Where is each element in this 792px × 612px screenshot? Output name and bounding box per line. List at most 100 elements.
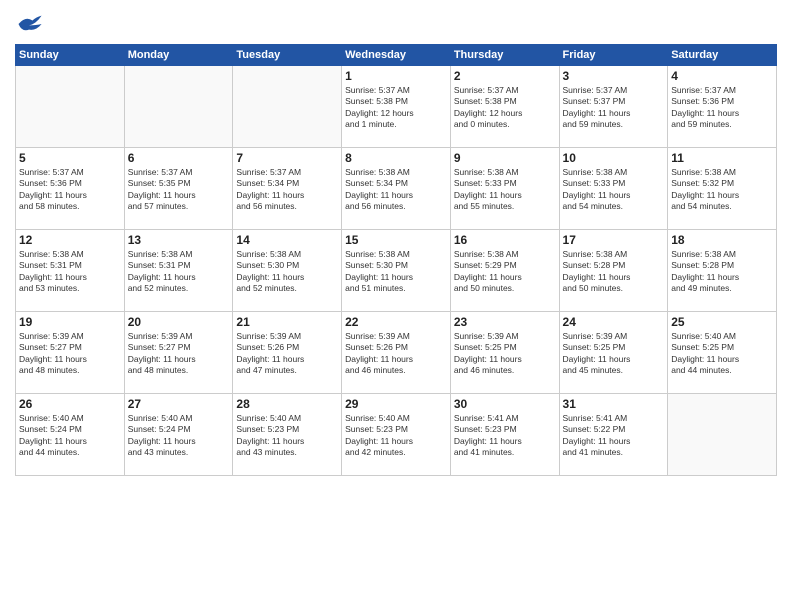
calendar-cell: 31 Sunrise: 5:41 AM Sunset: 5:22 PM Dayli… xyxy=(559,394,668,476)
day-number: 28 xyxy=(236,397,338,411)
weekday-header-monday: Monday xyxy=(124,45,233,66)
calendar-cell: 9 Sunrise: 5:38 AM Sunset: 5:33 PM Daylig… xyxy=(450,148,559,230)
weekday-header-sunday: Sunday xyxy=(16,45,125,66)
calendar-cell: 14 Sunrise: 5:38 AM Sunset: 5:30 PM Dayli… xyxy=(233,230,342,312)
day-info: Sunrise: 5:39 AM Sunset: 5:25 PM Dayligh… xyxy=(563,331,665,377)
calendar-cell: 5Sunrise: 5:37 AM Sunset: 5:36 PM Daylig… xyxy=(16,148,125,230)
day-info: Sunrise: 5:38 AM Sunset: 5:34 PM Dayligh… xyxy=(345,167,447,213)
calendar-cell xyxy=(124,66,233,148)
day-number: 8 xyxy=(345,151,447,165)
calendar-cell: 1Sunrise: 5:37 AM Sunset: 5:38 PM Daylig… xyxy=(342,66,451,148)
day-number: 24 xyxy=(563,315,665,329)
day-info: Sunrise: 5:38 AM Sunset: 5:33 PM Dayligh… xyxy=(454,167,556,213)
weekday-header-tuesday: Tuesday xyxy=(233,45,342,66)
day-info: Sunrise: 5:37 AM Sunset: 5:36 PM Dayligh… xyxy=(19,167,121,213)
weekday-header-saturday: Saturday xyxy=(668,45,777,66)
calendar-cell: 29 Sunrise: 5:40 AM Sunset: 5:23 PM Dayli… xyxy=(342,394,451,476)
header xyxy=(15,10,777,38)
day-number: 14 xyxy=(236,233,338,247)
calendar-cell: 19 Sunrise: 5:39 AM Sunset: 5:27 PM Dayli… xyxy=(16,312,125,394)
day-info: Sunrise: 5:38 AM Sunset: 5:33 PM Dayligh… xyxy=(563,167,665,213)
weekday-header-row: SundayMondayTuesdayWednesdayThursdayFrid… xyxy=(16,45,777,66)
calendar-cell: 26 Sunrise: 5:40 AM Sunset: 5:24 PM Dayli… xyxy=(16,394,125,476)
day-info: Sunrise: 5:40 AM Sunset: 5:24 PM Dayligh… xyxy=(128,413,230,459)
calendar-cell: 10 Sunrise: 5:38 AM Sunset: 5:33 PM Dayli… xyxy=(559,148,668,230)
day-number: 25 xyxy=(671,315,773,329)
day-info: Sunrise: 5:37 AM Sunset: 5:38 PM Dayligh… xyxy=(454,85,556,131)
day-info: Sunrise: 5:40 AM Sunset: 5:25 PM Dayligh… xyxy=(671,331,773,377)
calendar-cell xyxy=(233,66,342,148)
day-number: 9 xyxy=(454,151,556,165)
calendar-cell: 23Sunrise: 5:39 AM Sunset: 5:25 PM Dayli… xyxy=(450,312,559,394)
day-info: Sunrise: 5:38 AM Sunset: 5:32 PM Dayligh… xyxy=(671,167,773,213)
calendar-cell: 27Sunrise: 5:40 AM Sunset: 5:24 PM Dayli… xyxy=(124,394,233,476)
day-info: Sunrise: 5:39 AM Sunset: 5:26 PM Dayligh… xyxy=(345,331,447,377)
day-number: 19 xyxy=(19,315,121,329)
calendar-cell: 3Sunrise: 5:37 AM Sunset: 5:37 PM Daylig… xyxy=(559,66,668,148)
calendar-cell: 22Sunrise: 5:39 AM Sunset: 5:26 PM Dayli… xyxy=(342,312,451,394)
calendar-cell: 2 Sunrise: 5:37 AM Sunset: 5:38 PM Daylig… xyxy=(450,66,559,148)
calendar-cell: 12 Sunrise: 5:38 AM Sunset: 5:31 PM Dayli… xyxy=(16,230,125,312)
day-number: 15 xyxy=(345,233,447,247)
logo-icon xyxy=(15,10,43,38)
day-number: 12 xyxy=(19,233,121,247)
calendar-cell: 18 Sunrise: 5:38 AM Sunset: 5:28 PM Dayli… xyxy=(668,230,777,312)
day-number: 30 xyxy=(454,397,556,411)
day-number: 11 xyxy=(671,151,773,165)
day-number: 26 xyxy=(19,397,121,411)
day-info: Sunrise: 5:39 AM Sunset: 5:27 PM Dayligh… xyxy=(19,331,121,377)
day-number: 4 xyxy=(671,69,773,83)
weekday-header-thursday: Thursday xyxy=(450,45,559,66)
calendar-cell: 24 Sunrise: 5:39 AM Sunset: 5:25 PM Dayli… xyxy=(559,312,668,394)
day-info: Sunrise: 5:37 AM Sunset: 5:36 PM Dayligh… xyxy=(671,85,773,131)
calendar-week-row: 26 Sunrise: 5:40 AM Sunset: 5:24 PM Dayli… xyxy=(16,394,777,476)
day-info: Sunrise: 5:38 AM Sunset: 5:28 PM Dayligh… xyxy=(671,249,773,295)
calendar-cell: 15 Sunrise: 5:38 AM Sunset: 5:30 PM Dayli… xyxy=(342,230,451,312)
day-number: 29 xyxy=(345,397,447,411)
weekday-header-wednesday: Wednesday xyxy=(342,45,451,66)
calendar-cell xyxy=(668,394,777,476)
day-info: Sunrise: 5:38 AM Sunset: 5:29 PM Dayligh… xyxy=(454,249,556,295)
day-info: Sunrise: 5:41 AM Sunset: 5:22 PM Dayligh… xyxy=(563,413,665,459)
day-info: Sunrise: 5:38 AM Sunset: 5:28 PM Dayligh… xyxy=(563,249,665,295)
day-number: 21 xyxy=(236,315,338,329)
day-info: Sunrise: 5:40 AM Sunset: 5:23 PM Dayligh… xyxy=(236,413,338,459)
day-info: Sunrise: 5:39 AM Sunset: 5:25 PM Dayligh… xyxy=(454,331,556,377)
day-info: Sunrise: 5:39 AM Sunset: 5:27 PM Dayligh… xyxy=(128,331,230,377)
calendar-cell: 6 Sunrise: 5:37 AM Sunset: 5:35 PM Daylig… xyxy=(124,148,233,230)
day-number: 3 xyxy=(563,69,665,83)
calendar-week-row: 19 Sunrise: 5:39 AM Sunset: 5:27 PM Dayli… xyxy=(16,312,777,394)
day-number: 2 xyxy=(454,69,556,83)
day-number: 20 xyxy=(128,315,230,329)
page-container: SundayMondayTuesdayWednesdayThursdayFrid… xyxy=(0,0,792,612)
day-number: 17 xyxy=(563,233,665,247)
calendar-cell: 4 Sunrise: 5:37 AM Sunset: 5:36 PM Daylig… xyxy=(668,66,777,148)
calendar-cell: 25 Sunrise: 5:40 AM Sunset: 5:25 PM Dayli… xyxy=(668,312,777,394)
calendar-cell: 20 Sunrise: 5:39 AM Sunset: 5:27 PM Dayli… xyxy=(124,312,233,394)
day-info: Sunrise: 5:38 AM Sunset: 5:30 PM Dayligh… xyxy=(345,249,447,295)
day-info: Sunrise: 5:38 AM Sunset: 5:30 PM Dayligh… xyxy=(236,249,338,295)
calendar-cell xyxy=(16,66,125,148)
day-info: Sunrise: 5:38 AM Sunset: 5:31 PM Dayligh… xyxy=(19,249,121,295)
day-number: 10 xyxy=(563,151,665,165)
calendar-table: SundayMondayTuesdayWednesdayThursdayFrid… xyxy=(15,44,777,476)
day-info: Sunrise: 5:37 AM Sunset: 5:35 PM Dayligh… xyxy=(128,167,230,213)
calendar-cell: 28 Sunrise: 5:40 AM Sunset: 5:23 PM Dayli… xyxy=(233,394,342,476)
day-info: Sunrise: 5:41 AM Sunset: 5:23 PM Dayligh… xyxy=(454,413,556,459)
day-number: 7 xyxy=(236,151,338,165)
day-info: Sunrise: 5:40 AM Sunset: 5:24 PM Dayligh… xyxy=(19,413,121,459)
calendar-cell: 7 Sunrise: 5:37 AM Sunset: 5:34 PM Daylig… xyxy=(233,148,342,230)
day-number: 6 xyxy=(128,151,230,165)
day-info: Sunrise: 5:40 AM Sunset: 5:23 PM Dayligh… xyxy=(345,413,447,459)
calendar-cell: 11 Sunrise: 5:38 AM Sunset: 5:32 PM Dayli… xyxy=(668,148,777,230)
calendar-cell: 8 Sunrise: 5:38 AM Sunset: 5:34 PM Daylig… xyxy=(342,148,451,230)
calendar-cell: 13Sunrise: 5:38 AM Sunset: 5:31 PM Dayli… xyxy=(124,230,233,312)
calendar-cell: 21Sunrise: 5:39 AM Sunset: 5:26 PM Dayli… xyxy=(233,312,342,394)
day-number: 31 xyxy=(563,397,665,411)
calendar-cell: 16Sunrise: 5:38 AM Sunset: 5:29 PM Dayli… xyxy=(450,230,559,312)
day-info: Sunrise: 5:37 AM Sunset: 5:34 PM Dayligh… xyxy=(236,167,338,213)
day-info: Sunrise: 5:37 AM Sunset: 5:38 PM Dayligh… xyxy=(345,85,447,131)
day-number: 13 xyxy=(128,233,230,247)
day-number: 18 xyxy=(671,233,773,247)
calendar-week-row: 1Sunrise: 5:37 AM Sunset: 5:38 PM Daylig… xyxy=(16,66,777,148)
